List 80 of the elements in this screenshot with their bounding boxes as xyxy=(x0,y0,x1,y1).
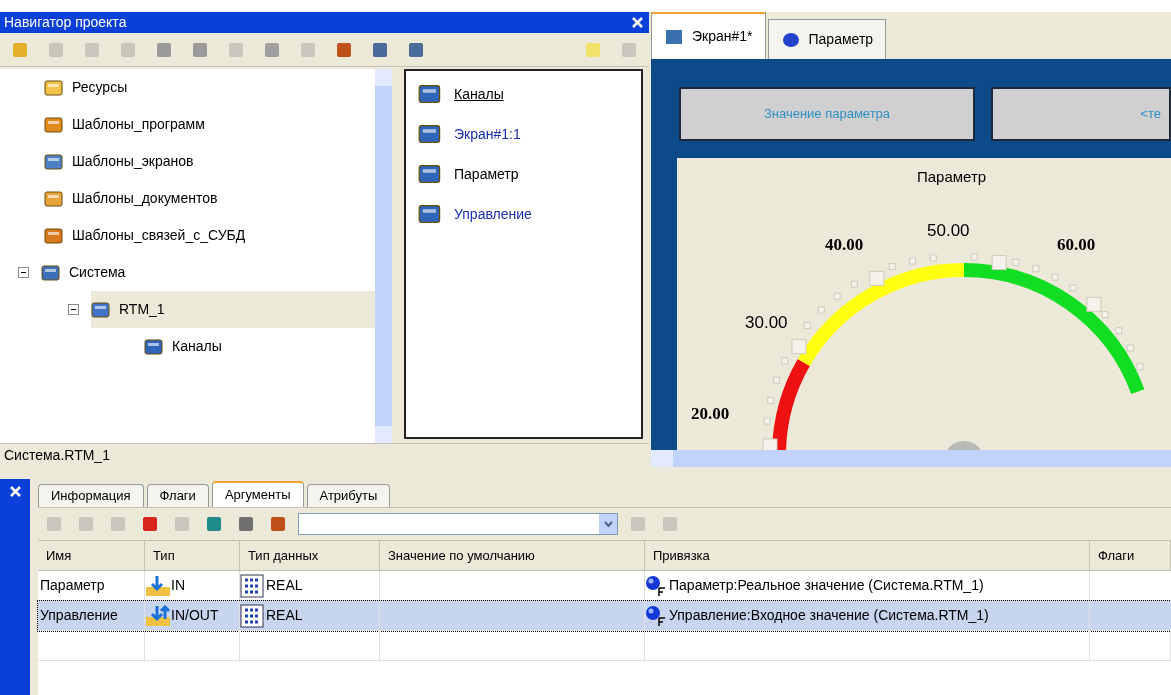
column-header[interactable]: Имя xyxy=(38,541,145,570)
list-item-icon xyxy=(418,163,442,185)
close-button[interactable] xyxy=(7,483,23,499)
scrollbar[interactable] xyxy=(375,69,392,443)
tool-icon xyxy=(629,515,647,533)
tab[interactable]: Информация xyxy=(38,484,144,507)
tool-icon xyxy=(205,515,223,533)
table-cell: Управление xyxy=(38,601,145,630)
table-cell-text: Параметр:Реальное значение (Система.RTM_1) xyxy=(669,576,984,595)
tool-icon xyxy=(119,40,137,59)
scale-label: 60.00 xyxy=(1057,234,1096,256)
tree-item[interactable]: Каналы xyxy=(144,328,234,365)
tool-icon xyxy=(155,40,173,59)
list-item[interactable]: Экран#1:1 xyxy=(454,123,521,145)
list-item-icon xyxy=(418,203,442,225)
tool-icon xyxy=(407,40,425,59)
list-item-icon xyxy=(418,123,442,145)
binary-data-icon xyxy=(240,603,264,628)
table-row[interactable]: Управление IN/OUT REAL Управление:Входное значение (Система.RTM_1) xyxy=(38,601,1171,631)
tool-icon xyxy=(620,40,638,59)
list-item[interactable]: Управление xyxy=(454,203,532,225)
sphere-icon xyxy=(645,574,667,597)
tool-icon xyxy=(227,40,245,59)
tool-icon xyxy=(141,515,159,533)
column-header[interactable]: Тип xyxy=(145,541,240,570)
tab[interactable]: Флаги xyxy=(146,484,209,507)
tool-icon xyxy=(371,40,389,59)
list-item[interactable]: Каналы xyxy=(454,83,504,105)
scale-label: 20.00 xyxy=(691,403,730,425)
tool-icon xyxy=(335,40,353,59)
tool-icon xyxy=(191,40,209,59)
gauge-title: Параметр xyxy=(917,167,987,187)
arrows-up-down-tray-icon xyxy=(145,604,171,627)
list-item-icon xyxy=(418,83,442,105)
tool-icon xyxy=(584,40,602,59)
folder-icon xyxy=(44,78,64,97)
tool-icon xyxy=(83,40,101,59)
scale-label: 50.00 xyxy=(927,220,970,242)
column-header[interactable]: Тип данных xyxy=(240,541,380,570)
tool-icon xyxy=(11,40,29,59)
tab[interactable]: Атрибуты xyxy=(306,484,391,507)
table-cell-text: IN xyxy=(171,576,185,595)
table-cell-text: Управление:Входное значение (Система.RTM_1) xyxy=(669,606,989,625)
table-cell-text: REAL xyxy=(266,606,303,625)
column-header[interactable]: Значение по умолчанию xyxy=(380,541,645,570)
tool-icon xyxy=(109,515,127,533)
tool-icon xyxy=(299,40,317,59)
tool-icon xyxy=(47,40,65,59)
tree-item[interactable]: Шаблоны_экранов xyxy=(44,143,206,180)
list-item[interactable]: Параметр xyxy=(454,163,519,185)
column-header[interactable]: Привязка xyxy=(645,541,1090,570)
sphere-icon xyxy=(645,604,667,627)
panel-title: Навигатор проекта xyxy=(4,13,127,32)
tree-item[interactable]: Шаблоны_связей_с_СУБД xyxy=(44,217,258,254)
horizontal-scrollbar[interactable] xyxy=(651,450,1171,467)
tool-icon xyxy=(45,515,63,533)
tree-item[interactable]: Система xyxy=(41,254,138,291)
tree-item[interactable]: Ресурсы xyxy=(44,69,140,106)
tree-item[interactable]: Шаблоны_документов xyxy=(44,180,230,217)
tool-icon xyxy=(269,515,287,533)
tool-icon xyxy=(661,515,679,533)
tool-icon xyxy=(173,515,191,533)
collapse-toggle-icon[interactable] xyxy=(18,267,29,278)
tab[interactable]: Аргументы xyxy=(211,481,304,507)
arrow-down-tray-icon xyxy=(145,574,171,597)
table-cell-text: REAL xyxy=(266,576,303,595)
search-field[interactable] xyxy=(298,513,618,535)
tool-icon xyxy=(237,515,255,533)
tab[interactable]: Экран#1* xyxy=(651,12,766,59)
scale-label: 30.00 xyxy=(745,312,788,334)
scale-label: 40.00 xyxy=(825,234,864,256)
tree-item[interactable]: Шаблоны_программ xyxy=(44,106,217,143)
binary-data-icon xyxy=(240,573,264,598)
column-header[interactable]: Флаги xyxy=(1090,541,1171,570)
tree-item[interactable]: RTM_1 xyxy=(91,291,375,328)
tool-icon xyxy=(77,515,95,533)
collapse-toggle-icon[interactable] xyxy=(68,304,79,315)
table-cell-text: IN/OUT xyxy=(171,606,219,625)
tool-icon xyxy=(263,40,281,59)
tab[interactable]: Параметр xyxy=(767,19,887,59)
